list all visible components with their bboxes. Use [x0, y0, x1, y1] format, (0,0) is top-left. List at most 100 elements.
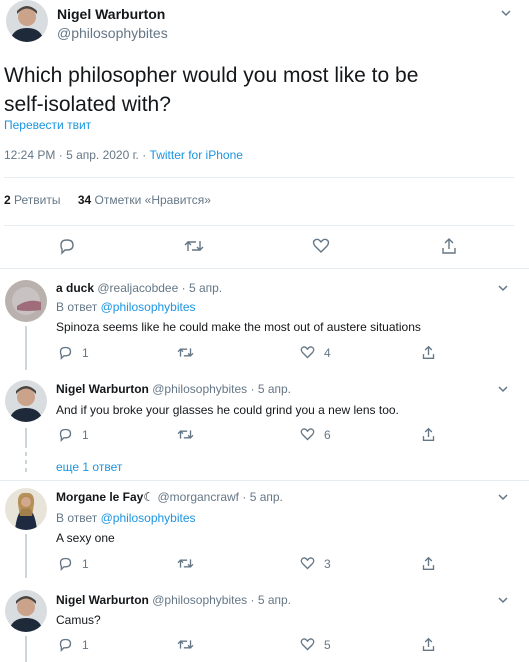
reply-date[interactable]: 5 апр. — [250, 490, 283, 504]
header-dot: · — [242, 490, 247, 504]
thread-line — [25, 326, 27, 370]
tweet-source[interactable]: Twitter for iPhone — [150, 148, 243, 162]
divider — [0, 480, 529, 481]
header-dot: · — [181, 281, 186, 295]
share-icon — [422, 427, 435, 441]
share-icon — [422, 556, 435, 570]
retweet-icon — [177, 559, 194, 568]
like-icon — [300, 428, 315, 441]
retweet-icon — [177, 430, 194, 439]
reply-text: Camus? — [56, 613, 101, 627]
reply-header: a duck @realjacobdee · 5 апр. — [56, 281, 222, 295]
reply-author-handle[interactable]: @philosophybites — [152, 593, 247, 607]
reply-to: В ответ @philosophybites — [56, 511, 196, 525]
chevron-down-icon[interactable] — [499, 6, 513, 25]
reply-author-name[interactable]: Nigel Warburton — [56, 382, 149, 396]
reply-author-name[interactable]: a duck — [56, 281, 94, 295]
thread-dot — [25, 468, 27, 472]
like-count: 4 — [324, 345, 331, 360]
reply-author-name[interactable]: Morgane le Fay☾ — [56, 490, 154, 504]
reply-icon — [59, 428, 72, 442]
reply-text: A sexy one — [56, 531, 115, 545]
translate-link[interactable]: Перевести твит — [4, 118, 91, 132]
retweet-action[interactable] — [177, 345, 194, 360]
retweets-count: 2 — [4, 193, 11, 207]
chevron-down-icon[interactable] — [496, 281, 510, 300]
author-name[interactable]: Nigel Warburton — [57, 6, 165, 22]
reply-count: 1 — [82, 427, 89, 442]
reply-author-handle[interactable]: @morgancrawf — [157, 490, 239, 504]
header-dot: · — [250, 382, 255, 396]
share-action[interactable] — [421, 556, 436, 571]
retweet-action[interactable] — [177, 556, 194, 571]
tweet-date[interactable]: 5 апр. 2020 г. — [66, 148, 139, 162]
reply-action[interactable]: 1 — [58, 345, 89, 360]
retweets-stat[interactable]: 2 Ретвиты — [4, 193, 64, 207]
meta-dot: · — [142, 148, 147, 162]
reply-author-handle[interactable]: @realjacobdee — [97, 281, 178, 295]
reply-author-name[interactable]: Nigel Warburton — [56, 593, 149, 607]
likes-label: Отметки «Нравится» — [94, 193, 211, 207]
like-count: 5 — [324, 637, 331, 652]
reply-to-handle[interactable]: @philosophybites — [101, 511, 196, 525]
likes-stat[interactable]: 34 Отметки «Нравится» — [78, 193, 211, 207]
divider — [0, 268, 529, 269]
reply-action[interactable]: 1 — [58, 427, 89, 442]
thread-dot — [25, 460, 27, 464]
reply-to-prefix: В ответ — [56, 511, 98, 525]
share-action[interactable] — [421, 427, 436, 442]
share-icon[interactable] — [440, 237, 458, 260]
show-more-replies-link[interactable]: еще 1 ответ — [56, 460, 122, 474]
share-icon — [422, 637, 435, 651]
chevron-down-icon[interactable] — [496, 490, 510, 509]
author-handle[interactable]: @philosophybites — [57, 25, 168, 41]
like-action[interactable]: 5 — [300, 637, 331, 652]
reply-date[interactable]: 5 апр. — [189, 281, 222, 295]
avatar[interactable] — [5, 590, 47, 632]
reply-date[interactable]: 5 апр. — [258, 593, 291, 607]
tweet-time[interactable]: 12:24 PM — [4, 148, 55, 162]
reply-date[interactable]: 5 апр. — [258, 382, 291, 396]
divider — [4, 225, 514, 226]
like-icon[interactable] — [312, 237, 330, 260]
reply-count: 1 — [82, 345, 89, 360]
retweet-icon — [177, 348, 194, 357]
like-action[interactable]: 4 — [300, 345, 331, 360]
chevron-down-icon[interactable] — [496, 593, 510, 612]
like-action[interactable]: 6 — [300, 427, 331, 442]
avatar[interactable] — [5, 488, 47, 530]
avatar[interactable] — [5, 280, 47, 322]
avatar[interactable] — [6, 0, 48, 42]
reply-count: 1 — [82, 637, 89, 652]
like-icon — [300, 557, 315, 570]
thread-dot — [25, 452, 27, 456]
share-action[interactable] — [421, 345, 436, 360]
reply-to-handle[interactable]: @philosophybites — [101, 300, 196, 314]
retweet-icon[interactable] — [184, 237, 204, 260]
like-icon — [300, 638, 315, 651]
reply-action[interactable]: 1 — [58, 637, 89, 652]
retweet-action[interactable] — [177, 427, 194, 442]
thread-line — [25, 636, 27, 662]
share-action[interactable] — [421, 637, 436, 652]
likes-count: 34 — [77, 193, 92, 207]
reply-header: Nigel Warburton @philosophybites · 5 апр… — [56, 382, 291, 396]
avatar[interactable] — [5, 380, 47, 422]
tweet-meta: 12:24 PM · 5 апр. 2020 г. · Twitter for … — [4, 148, 243, 162]
reply-text: Spinoza seems like he could make the mos… — [56, 320, 421, 334]
like-count: 6 — [324, 427, 331, 442]
chevron-down-icon[interactable] — [496, 382, 510, 401]
retweet-action[interactable] — [177, 637, 194, 652]
reply-icon[interactable] — [58, 237, 76, 260]
engagement-stats: 2 Ретвиты 34 Отметки «Нравится» — [4, 193, 211, 207]
thread-line — [25, 534, 27, 578]
tweet-text: Which philosopher would you most like to… — [4, 61, 418, 119]
like-action[interactable]: 3 — [300, 556, 331, 571]
thread-line — [25, 428, 27, 448]
share-icon — [422, 345, 435, 359]
reply-count: 1 — [82, 556, 89, 571]
reply-icon — [59, 557, 72, 571]
reply-action[interactable]: 1 — [58, 556, 89, 571]
meta-dot: · — [58, 148, 63, 162]
reply-author-handle[interactable]: @philosophybites — [152, 382, 247, 396]
